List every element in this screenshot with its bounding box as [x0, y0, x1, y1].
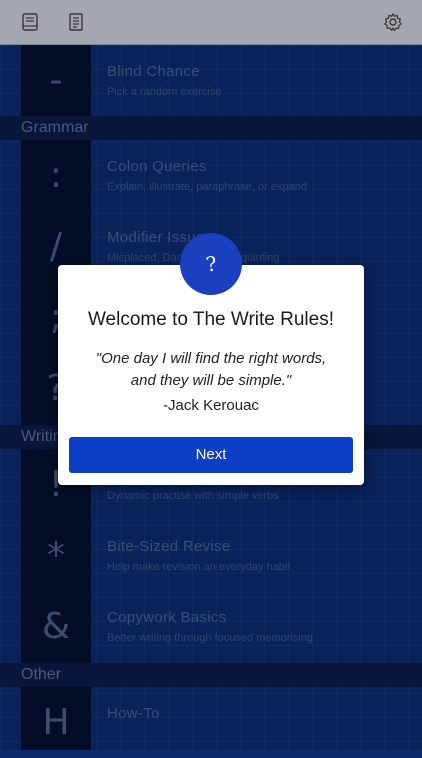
- quote-line: "One day I will find the right words,: [95, 350, 327, 367]
- dialog-title: Welcome to The Write Rules!: [87, 309, 335, 330]
- badge-glyph: ?: [204, 251, 218, 277]
- quote-author: -Jack Kerouac: [163, 397, 259, 414]
- question-mark-icon: ?: [180, 233, 242, 295]
- next-button[interactable]: Next: [69, 437, 353, 473]
- welcome-dialog: Welcome to The Write Rules! "One day I w…: [58, 265, 364, 485]
- quote-line: and they will be simple.": [130, 372, 292, 389]
- dialog-quote: "One day I will find the right words, an…: [58, 348, 364, 392]
